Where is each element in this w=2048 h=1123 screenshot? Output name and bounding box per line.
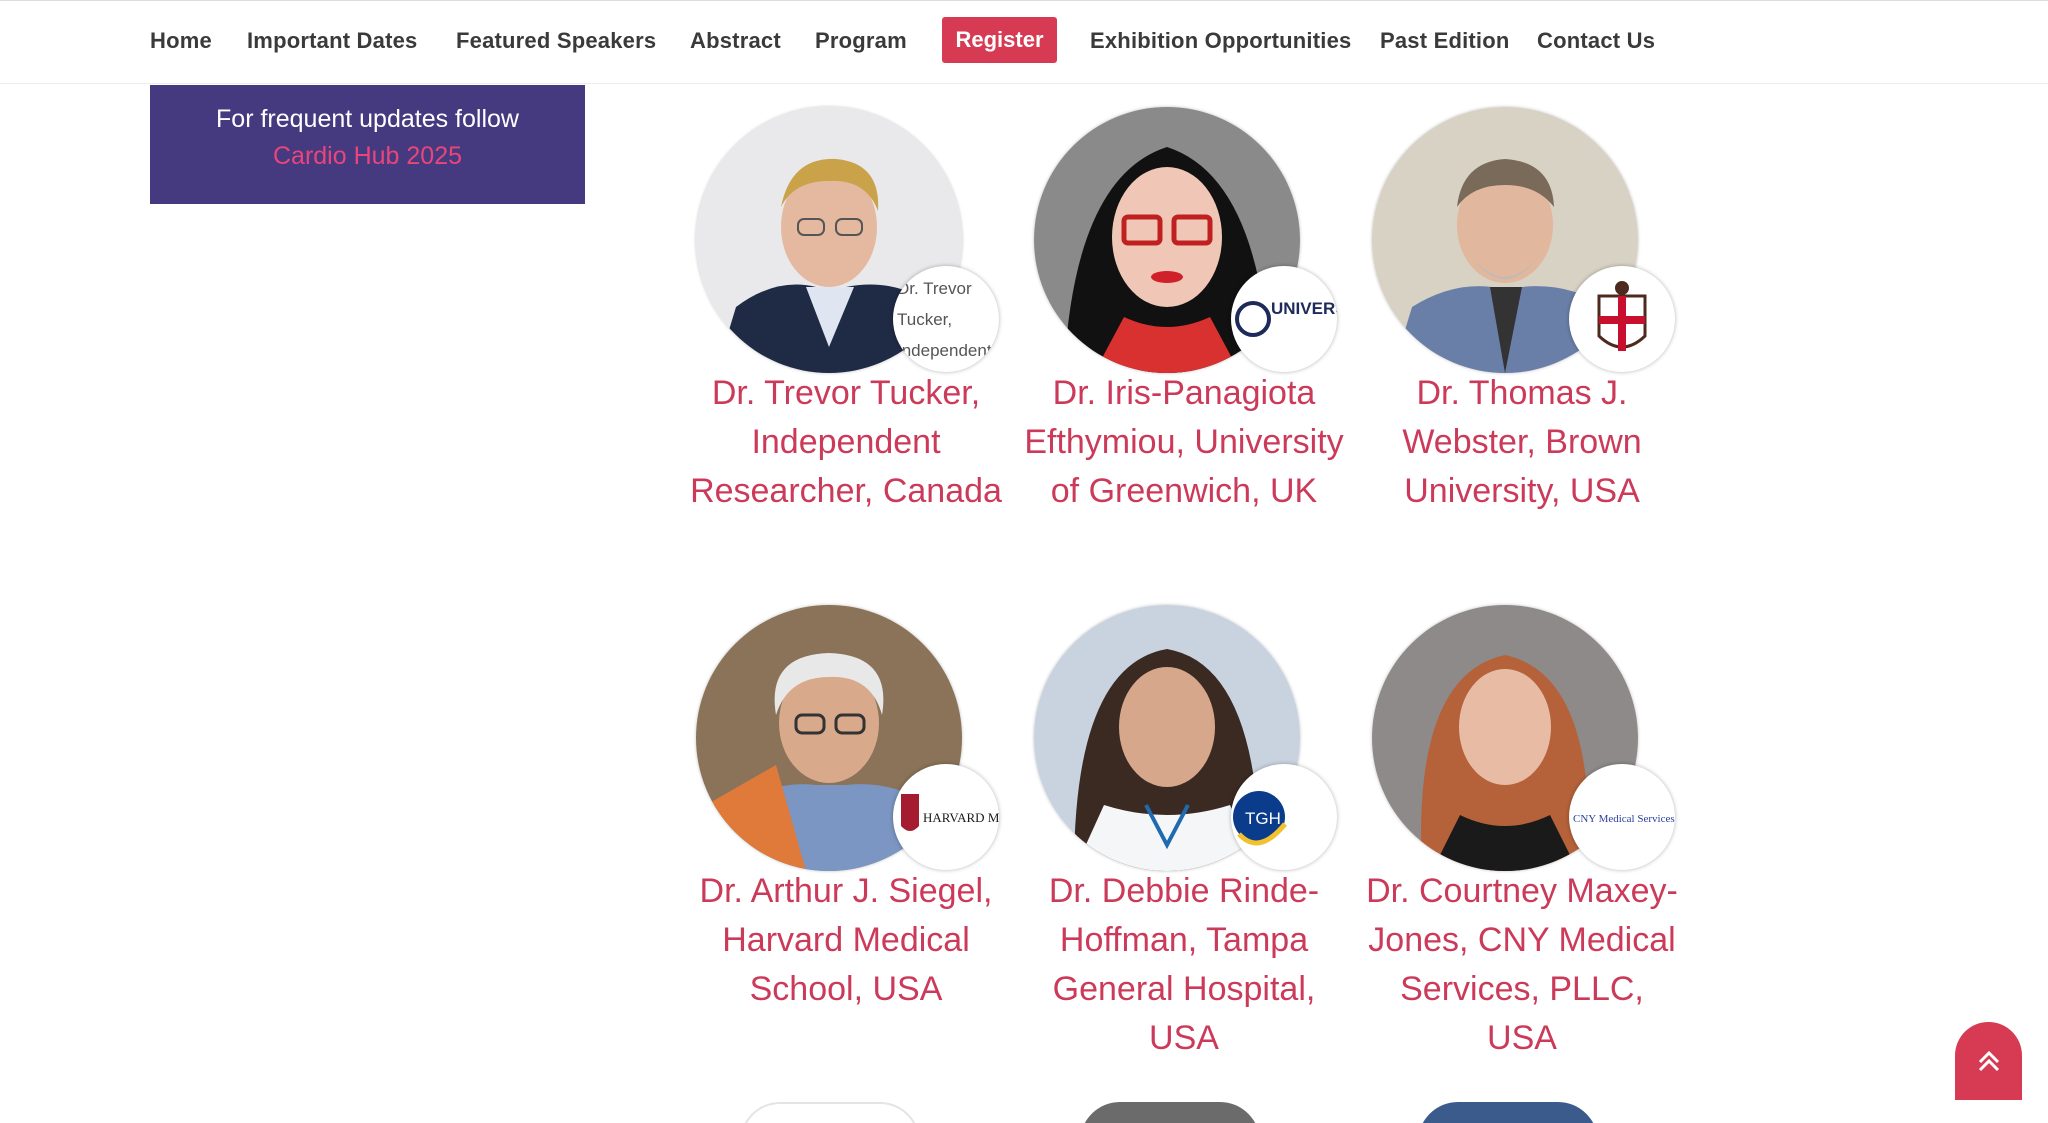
follow-updates-box: For frequent updates follow Cardio Hub 2…: [150, 85, 585, 204]
follow-link[interactable]: Cardio Hub 2025: [150, 138, 585, 175]
svg-text:CNY Medical Services, PLLC: CNY Medical Services, PLLC: [1573, 813, 1675, 825]
svg-text:TGH Tampa General Hospital: TGH Tampa General Hospital: [1245, 809, 1337, 828]
speaker-photo-6[interactable]: CNY Medical Services, PLLC: [1372, 605, 1675, 875]
speaker-name-3[interactable]: Dr. Thomas J. Webster, Brown University,…: [1362, 369, 1682, 516]
nav-contact-us[interactable]: Contact Us: [1537, 28, 1655, 54]
nav-abstract[interactable]: Abstract: [690, 28, 781, 54]
affiliation-logo: Dr. Trevor Tucker, Independent: [893, 266, 999, 372]
svg-text:UNIVERSITY OF GREENWICH: UNIVERSITY OF GREENWICH: [1271, 299, 1337, 318]
register-button[interactable]: Register: [942, 17, 1057, 63]
speaker-name-4[interactable]: Dr. Arthur J. Siegel, Harvard Medical Sc…: [686, 867, 1006, 1014]
speaker-photo-partial: [740, 1102, 920, 1123]
logo-alt-text: Dr. Trevor Tucker, Independent: [897, 278, 992, 360]
speaker-photo-3[interactable]: [1372, 107, 1675, 377]
speaker-photo-partial: [1080, 1102, 1260, 1123]
tampa-general-hospital-logo: TGH Tampa General Hospital: [1231, 764, 1337, 870]
nav-featured-speakers[interactable]: Featured Speakers: [456, 28, 656, 54]
speaker-name-2[interactable]: Dr. Iris-Panagiota Efthymiou, University…: [1024, 369, 1344, 516]
nav-past-edition[interactable]: Past Edition: [1380, 28, 1510, 54]
nav-program[interactable]: Program: [815, 28, 907, 54]
speaker-name-5[interactable]: Dr. Debbie Rinde-Hoffman, Tampa General …: [1024, 867, 1344, 1063]
nav-exhibition-opportunities[interactable]: Exhibition Opportunities: [1090, 28, 1351, 54]
follow-text: For frequent updates follow: [216, 105, 519, 133]
speaker-photo-1[interactable]: Dr. Trevor Tucker, Independent: [696, 107, 999, 377]
back-to-top-button[interactable]: [1955, 1022, 2022, 1100]
cny-medical-services-logo: CNY Medical Services, PLLC: [1569, 764, 1675, 870]
speaker-photo-5[interactable]: TGH Tampa General Hospital: [1034, 605, 1337, 875]
svg-text:HARVARD MEDICAL SCHOOL: HARVARD MEDICAL SCHOOL: [923, 810, 999, 825]
nav-important-dates[interactable]: Important Dates: [247, 28, 417, 54]
brown-university-logo: [1569, 266, 1675, 372]
top-navbar: Home Important Dates Featured Speakers A…: [0, 0, 2048, 84]
speaker-name-1[interactable]: Dr. Trevor Tucker, Independent Researche…: [686, 369, 1006, 516]
nav-home[interactable]: Home: [150, 28, 212, 54]
university-of-greenwich-logo: UNIVERSITY OF GREENWICH: [1231, 266, 1337, 372]
speaker-photo-partial: [1418, 1102, 1598, 1123]
harvard-medical-school-logo: HARVARD MEDICAL SCHOOL: [893, 764, 999, 870]
speaker-photo-2[interactable]: UNIVERSITY OF GREENWICH: [1034, 107, 1337, 377]
double-chevron-up-icon: [1978, 1050, 1999, 1072]
speaker-name-6[interactable]: Dr. Courtney Maxey-Jones, CNY Medical Se…: [1362, 867, 1682, 1063]
speaker-photo-4[interactable]: HARVARD MEDICAL SCHOOL: [696, 605, 999, 875]
